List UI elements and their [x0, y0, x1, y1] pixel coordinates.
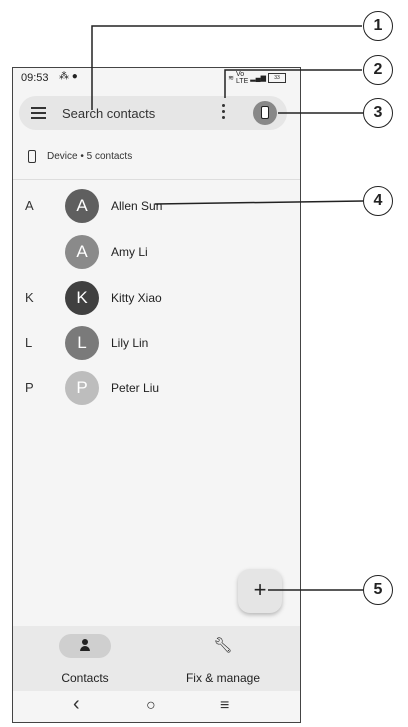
callout-3: 3 — [363, 98, 393, 128]
callout-5: 5 — [363, 575, 393, 605]
callout-leader-lines — [91, 25, 364, 591]
callout-4: 4 — [363, 186, 393, 216]
callout-1: 1 — [363, 11, 393, 41]
callout-2: 2 — [363, 55, 393, 85]
